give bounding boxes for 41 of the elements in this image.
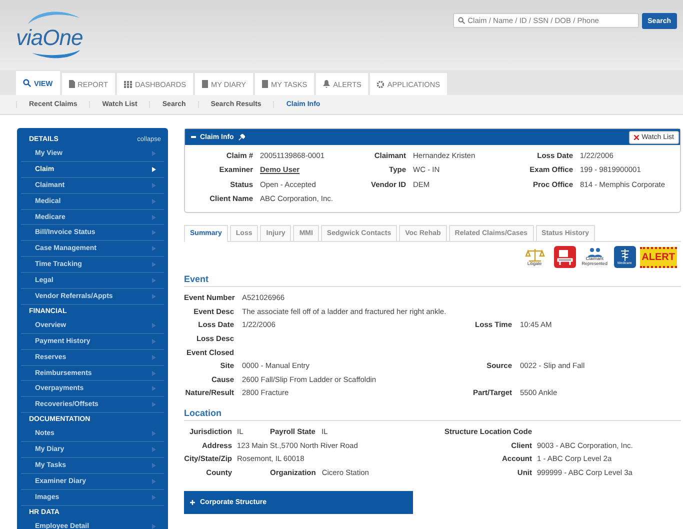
chevron-icon [152,322,156,328]
chevron-icon [152,431,156,436]
book-icon [262,80,268,88]
search-icon [458,17,465,24]
section-heading: Location [184,406,681,421]
caduceus-icon [620,249,630,261]
chevron-icon [152,262,156,268]
logo: viaOne [16,25,83,51]
settings-icon [377,80,384,88]
section-heading: Event [184,272,681,287]
chevron-icon [152,402,156,408]
chevron-icon [152,230,156,236]
chevron-icon [152,278,156,284]
scales-icon [524,248,545,262]
chevron-icon [152,494,156,500]
chevron-icon [152,294,156,299]
desk-icon [554,246,576,268]
chevron-icon [152,462,156,468]
grid-icon [124,80,132,88]
book-icon [202,80,208,88]
chevron-icon [152,478,156,484]
chevron-icon [152,447,156,452]
chevron-icon [152,246,156,252]
chevron-icon [152,150,156,156]
chevron-icon [152,338,156,344]
document-icon [68,80,75,88]
people-icon [588,248,602,257]
chevron-icon [152,386,156,392]
chevron-icon [152,370,156,376]
chevron-icon [152,182,156,188]
search-icon [23,79,31,87]
pin-icon [238,134,245,140]
chevron-icon [152,214,156,220]
bell-icon [323,80,330,88]
plus-icon [190,500,195,506]
chevron-icon [152,524,156,529]
close-icon [634,134,639,140]
chevron-icon [152,354,156,360]
alert-badge: ALERT [640,246,677,268]
chevron-icon [152,198,156,204]
chevron-icon [152,166,156,172]
